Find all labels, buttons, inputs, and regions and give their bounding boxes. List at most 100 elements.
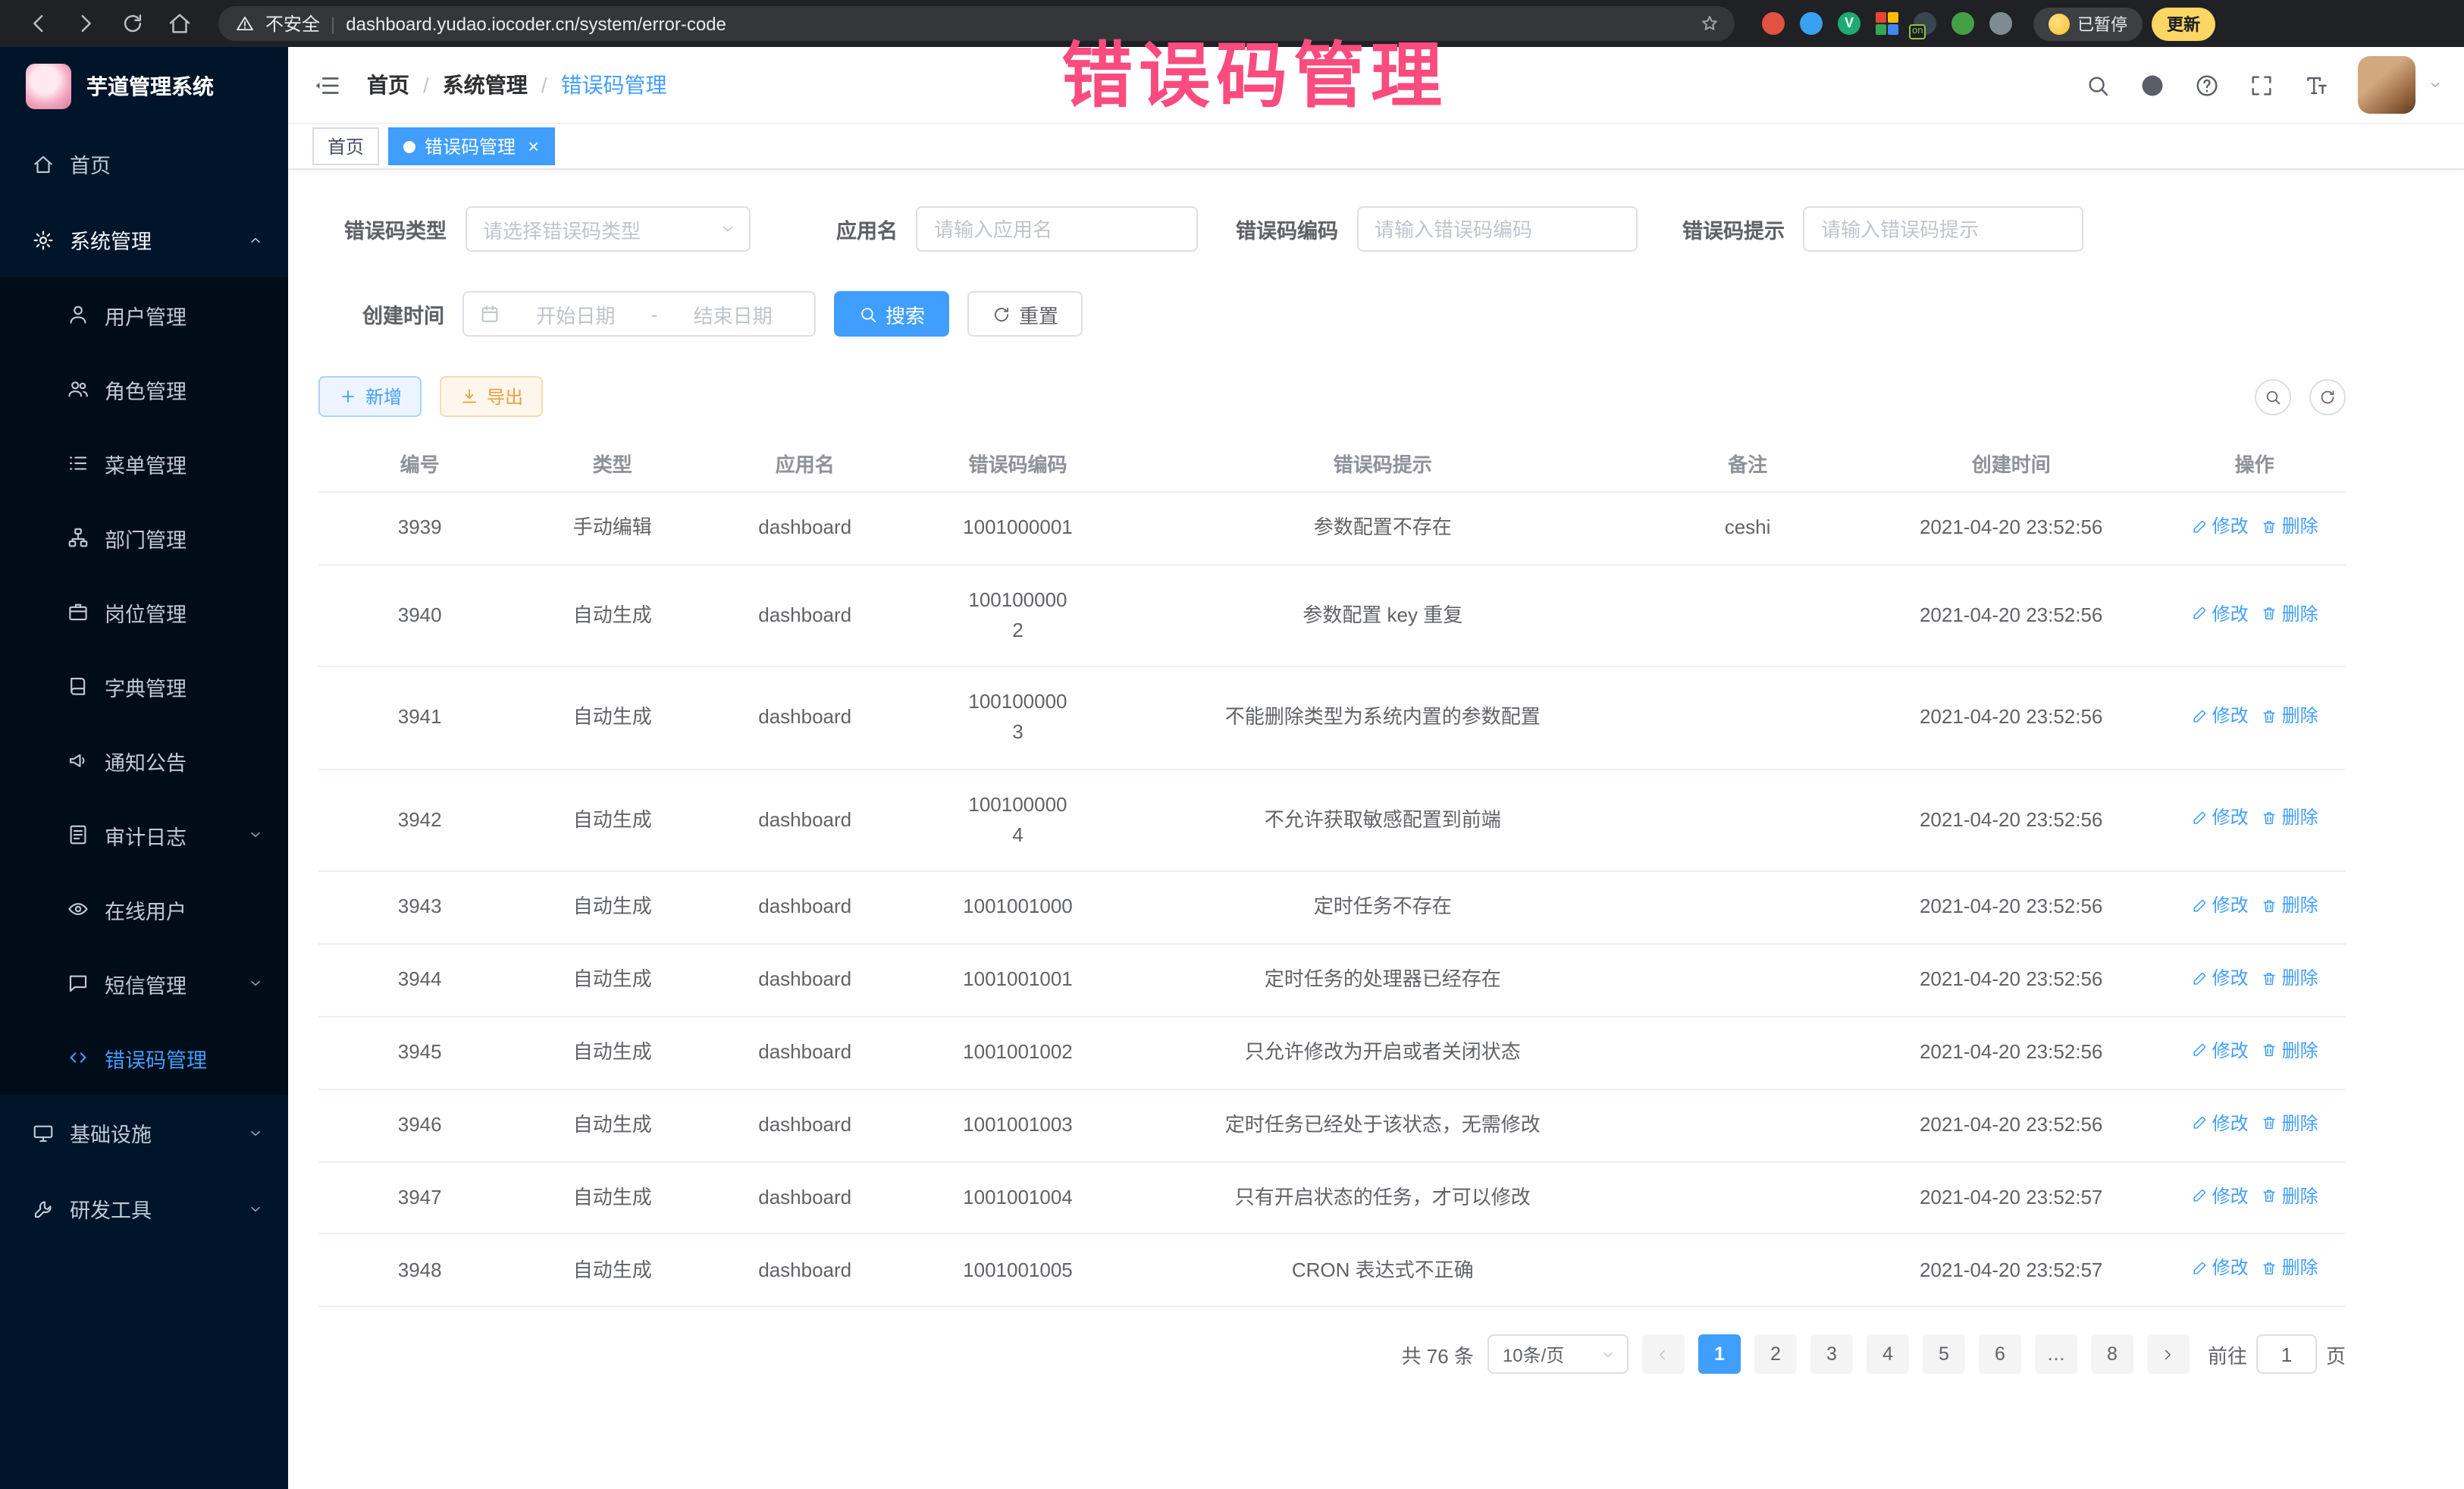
browser-reload-icon[interactable]	[120, 11, 146, 36]
sidebar-item-role-management[interactable]: 角色管理	[0, 352, 288, 426]
date-range-picker[interactable]: 开始日期 - 结束日期	[462, 291, 816, 337]
goto-page-input[interactable]	[2256, 1335, 2317, 1375]
error-code-input[interactable]	[1358, 208, 1635, 250]
browser-back-icon[interactable]	[26, 11, 52, 36]
add-button[interactable]: 新增	[318, 376, 422, 417]
edit-link[interactable]: 修改	[2191, 964, 2249, 992]
font-size-icon[interactable]	[2303, 72, 2329, 98]
delete-link[interactable]: 删除	[2261, 964, 2318, 992]
app-name-input[interactable]	[917, 208, 1196, 250]
edit-link[interactable]: 修改	[2191, 1255, 2249, 1283]
user-avatar[interactable]	[2358, 56, 2415, 114]
prev-page-button[interactable]	[1642, 1335, 1685, 1375]
sidebar-item-dept-management[interactable]: 部门管理	[0, 500, 288, 575]
cell-time: 2021-04-20 23:52:56	[1859, 1016, 2163, 1089]
extension-blue-icon[interactable]	[1800, 12, 1823, 35]
extension-pin-icon[interactable]	[1989, 12, 2012, 35]
delete-link[interactable]: 删除	[2261, 1182, 2318, 1210]
sidebar-item-user-management[interactable]: 用户管理	[0, 277, 288, 352]
logo-avatar	[26, 64, 71, 109]
extension-grid-icon[interactable]	[1876, 12, 1898, 35]
delete-link[interactable]: 删除	[2261, 702, 2318, 730]
extension-green-icon[interactable]: V	[1838, 12, 1861, 35]
system-submenu: 用户管理角色管理菜单管理部门管理岗位管理字典管理通知公告审计日志在线用户短信管理…	[0, 277, 288, 1095]
close-tab-icon[interactable]: ×	[528, 136, 539, 156]
page-button-2[interactable]: 2	[1754, 1335, 1797, 1375]
cell-code: 100100000 3	[906, 666, 1129, 769]
sidebar-item-notice-announcement[interactable]: 通知公告	[0, 723, 288, 798]
filter-label: 错误码提示	[1682, 214, 1803, 244]
refresh-table-button[interactable]	[2309, 378, 2346, 415]
chevron-down-icon	[247, 826, 264, 843]
edit-link[interactable]: 修改	[2191, 600, 2249, 628]
profile-paused-chip[interactable]: 已暂停	[2033, 7, 2143, 40]
sidebar-item-menu-management[interactable]: 菜单管理	[0, 426, 288, 500]
delete-link[interactable]: 删除	[2261, 1036, 2318, 1064]
error-type-select[interactable]: 请选择错误码类型	[465, 206, 750, 252]
github-icon[interactable]	[2140, 72, 2165, 98]
browser-home-icon[interactable]	[167, 11, 193, 36]
extension-leaf-icon[interactable]	[1951, 12, 1974, 35]
help-icon[interactable]	[2194, 72, 2220, 98]
toggle-search-button[interactable]	[2255, 378, 2291, 415]
sidebar-item-online-users[interactable]: 在线用户	[0, 872, 288, 946]
edit-link[interactable]: 修改	[2191, 1036, 2249, 1064]
export-button[interactable]: 导出	[440, 376, 543, 417]
edit-link[interactable]: 修改	[2191, 892, 2249, 920]
browser-forward-icon[interactable]	[73, 11, 99, 36]
sidebar-item-dict-management[interactable]: 字典管理	[0, 649, 288, 723]
header-search-icon[interactable]	[2085, 72, 2111, 98]
sidebar-item-infrastructure[interactable]: 基础设施	[0, 1095, 288, 1171]
sidebar-item-system-management[interactable]: 系统管理	[0, 202, 288, 277]
sidebar-item-error-code-management[interactable]: 错误码管理	[0, 1020, 288, 1095]
fullscreen-icon[interactable]	[2249, 72, 2274, 98]
edit-link[interactable]: 修改	[2191, 804, 2249, 832]
delete-link[interactable]: 删除	[2261, 513, 2318, 541]
edit-link[interactable]: 修改	[2191, 513, 2249, 541]
extension-dark-icon[interactable]: on	[1914, 12, 1936, 35]
breadcrumb-home[interactable]: 首页	[367, 70, 409, 100]
page-button-3[interactable]: 3	[1810, 1335, 1853, 1375]
delete-link[interactable]: 删除	[2261, 892, 2318, 920]
edit-link[interactable]: 修改	[2191, 702, 2249, 730]
delete-link[interactable]: 删除	[2261, 804, 2318, 832]
page-button-1[interactable]: 1	[1698, 1335, 1741, 1375]
page-button-6[interactable]: 6	[1979, 1335, 2021, 1375]
error-hint-input[interactable]	[1804, 208, 2082, 250]
cell-operations: 修改删除	[2163, 492, 2346, 565]
browser-update-button[interactable]: 更新	[2152, 7, 2215, 40]
delete-link[interactable]: 删除	[2261, 1109, 2318, 1137]
search-button[interactable]: 搜索	[834, 291, 949, 337]
sidebar-item-audit-log[interactable]: 审计日志	[0, 798, 288, 872]
page-size-select[interactable]: 10条/页	[1487, 1335, 1629, 1375]
cell-app: dashboard	[704, 666, 906, 769]
sidebar-toggle-icon[interactable]	[312, 71, 341, 99]
bookmark-star-icon[interactable]	[1698, 12, 1721, 35]
app-logo[interactable]: 芋道管理系统	[0, 47, 288, 126]
edit-link[interactable]: 修改	[2191, 1109, 2249, 1137]
delete-icon	[2261, 1188, 2277, 1205]
sidebar-item-sms-management[interactable]: 短信管理	[0, 946, 288, 1020]
sidebar-menu: 首页系统管理用户管理角色管理菜单管理部门管理岗位管理字典管理通知公告审计日志在线…	[0, 126, 288, 1246]
delete-link[interactable]: 删除	[2261, 600, 2318, 628]
paused-label: 已暂停	[2077, 11, 2127, 36]
gear-icon	[32, 228, 55, 251]
avatar-caret-icon[interactable]	[2428, 77, 2443, 92]
tab-error-code-management[interactable]: 错误码管理×	[388, 127, 554, 165]
next-page-button[interactable]	[2147, 1335, 2190, 1375]
extension-red-icon[interactable]	[1762, 12, 1785, 35]
sidebar-item-post-management[interactable]: 岗位管理	[0, 575, 288, 649]
breadcrumb-system[interactable]: 系统管理	[443, 70, 528, 100]
delete-link[interactable]: 删除	[2261, 1255, 2318, 1283]
address-bar[interactable]: 不安全 | dashboard.yudao.iocoder.cn/system/…	[218, 6, 1735, 41]
sidebar-item-home[interactable]: 首页	[0, 126, 288, 202]
sidebar-item-dev-tools[interactable]: 研发工具	[0, 1171, 288, 1246]
page-button-8[interactable]: 8	[2091, 1335, 2133, 1375]
cell-operations: 修改删除	[2163, 666, 2346, 769]
more-pages-button[interactable]: …	[2035, 1335, 2077, 1375]
reset-button[interactable]: 重置	[967, 291, 1083, 337]
page-button-4[interactable]: 4	[1867, 1335, 1909, 1375]
edit-link[interactable]: 修改	[2191, 1182, 2249, 1210]
tab-home[interactable]: 首页	[312, 127, 379, 165]
page-button-5[interactable]: 5	[1923, 1335, 1965, 1375]
